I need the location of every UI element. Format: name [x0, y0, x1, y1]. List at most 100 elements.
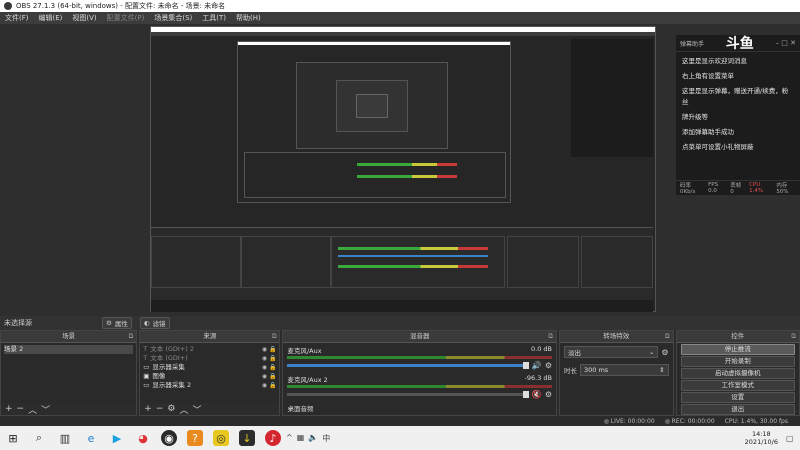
volume-icon[interactable]: 🔈: [308, 433, 318, 444]
source-item[interactable]: T 文本 (GDI+) 2 ◉ 🔒: [143, 345, 276, 354]
chevron-up-icon[interactable]: ^: [286, 433, 293, 444]
live-time: LIVE: 00:00:00: [610, 417, 655, 425]
source-label: 文本 (GDI+) 2: [150, 345, 194, 353]
task-view-icon[interactable]: ▥: [57, 430, 73, 446]
danmaku-chat-overlay: 弹幕助手 斗鱼 – □ ✕ 这里是显示欢迎词消息 右上角有设置菜单 这里是显示弹…: [676, 35, 800, 195]
settings-button[interactable]: 设置: [680, 392, 795, 403]
duration-value: 300 ms: [584, 366, 609, 374]
sources-dock: 来源 ⧉ T 文本 (GDI+) 2 ◉ 🔒 T 文本 (GDI+) ◉ 🔒 ▭ 显示器采集…: [139, 330, 281, 416]
media-icon[interactable]: ▶: [109, 430, 125, 446]
app-owl-icon[interactable]: ◎: [213, 430, 229, 446]
visibility-eye-icon[interactable]: ◉ 🔒: [262, 345, 277, 354]
source-label: 显示器采集: [152, 363, 185, 371]
filters-button[interactable]: ◐ 滤镜: [139, 317, 170, 329]
windows-icon[interactable]: ⊞: [5, 430, 21, 446]
duration-input[interactable]: 300 ms ⇕: [580, 364, 669, 376]
gear-icon[interactable]: ⚙: [545, 361, 552, 370]
move-up-icon[interactable]: ︿: [28, 403, 37, 416]
chat-line: 点菜单可设置小礼物屏蔽: [682, 143, 754, 151]
window-title: OBS 27.1.3 (64-bit, windows) - 配置文件: 未命名…: [16, 2, 226, 10]
rec-time: REC: 00:00:00: [671, 417, 715, 425]
chat-line: 右上角有设置菜单: [682, 72, 734, 80]
dock-popout-icon[interactable]: ⧉: [791, 331, 796, 342]
source-item[interactable]: ▭ 显示器采集 2 ◉ 🔒: [143, 381, 276, 390]
scenes-title: 场景: [62, 332, 76, 340]
monitor-icon: ▭: [143, 363, 150, 371]
system-clock[interactable]: 14:18 2021/10/6: [745, 430, 786, 446]
transition-selected: 淡出: [568, 349, 581, 357]
properties-button[interactable]: ⚙ 属性: [102, 317, 132, 329]
search-icon[interactable]: ⌕: [31, 430, 47, 446]
source-item[interactable]: T 文本 (GDI+) ◉ 🔒: [143, 354, 276, 363]
menu-view[interactable]: 视图(V): [67, 13, 101, 23]
spinner-icon: ⇕: [659, 366, 665, 374]
gear-icon[interactable]: ⚙: [167, 404, 175, 414]
properties-label: 属性: [114, 320, 128, 328]
channel-name: 麦克风/Aux 2: [287, 376, 328, 384]
menu-scene-collection[interactable]: 场景集合(S): [149, 13, 197, 23]
gear-icon: ⚙: [106, 319, 112, 327]
image-icon: ▣: [143, 372, 150, 380]
source-toolbar: 未选择源 ⚙ 属性 ◐ 滤镜: [0, 316, 800, 330]
system-tray: ^ ▦ 🔈 中: [286, 433, 330, 444]
visibility-eye-icon[interactable]: ◉ 🔒: [262, 363, 277, 372]
scene-transitions-dock: 转场特效 ⧉ 淡出 ⌄ ⚙ 时长 300 ms ⇕: [559, 330, 674, 416]
duration-label: 时长: [564, 367, 577, 375]
remove-icon[interactable]: −: [156, 404, 164, 414]
start-virtual-camera-button[interactable]: 启动虚拟摄像机: [680, 368, 795, 379]
exit-button[interactable]: 退出: [680, 404, 795, 415]
visibility-eye-icon[interactable]: ◉ 🔒: [262, 354, 277, 363]
dock-popout-icon[interactable]: ⧉: [272, 331, 277, 342]
scenes-toolbar: + − ︿ ﹀: [1, 403, 137, 416]
stop-streaming-button[interactable]: 停止推流: [680, 344, 795, 355]
menu-edit[interactable]: 编辑(E): [34, 13, 68, 23]
speaker-muted-icon[interactable]: 🔇: [532, 390, 542, 399]
transition-select[interactable]: 淡出 ⌄: [564, 346, 659, 358]
volume-slider[interactable]: [287, 362, 529, 369]
chat-line: 牌升级等: [682, 113, 708, 121]
start-recording-button[interactable]: 开始录制: [680, 356, 795, 367]
chat-header: 弹幕助手: [680, 40, 705, 48]
source-item[interactable]: ▭ 显示器采集 ◉ 🔒: [143, 363, 276, 372]
chat-window-controls[interactable]: – □ ✕: [776, 39, 796, 47]
scene-item[interactable]: 场景 2: [4, 345, 134, 354]
visibility-eye-icon[interactable]: ◉ 🔒: [262, 372, 277, 381]
netease-icon[interactable]: ♪: [265, 430, 281, 446]
add-icon[interactable]: +: [144, 404, 152, 414]
move-down-icon[interactable]: ﹀: [192, 403, 201, 416]
studio-mode-button[interactable]: 工作室模式: [680, 380, 795, 391]
menu-tools[interactable]: 工具(T): [197, 13, 231, 23]
app-dark-icon[interactable]: ↓: [239, 430, 255, 446]
app-orange-icon[interactable]: ?: [187, 430, 203, 446]
move-up-icon[interactable]: ︿: [179, 403, 188, 416]
audio-mixer-dock: 混音器 ⧉ 麦克风/Aux 0.0 dB 🔊 ⚙ 麦克风/Aux 2 -96.3 dB …: [282, 330, 557, 416]
windows-taskbar: ⊞ ⌕ ▥ e ▶ ◕ ◉ ? ◎ ↓ ♪ ^ ▦ 🔈 中 14:18 2021…: [0, 426, 800, 450]
chrome-icon[interactable]: ◕: [135, 430, 151, 446]
obs-icon[interactable]: ◉: [161, 430, 177, 446]
monitor-icon: ▭: [143, 381, 150, 389]
edge-icon[interactable]: e: [83, 430, 99, 446]
preview-canvas[interactable]: 弹幕助手 斗鱼 – □ ✕ 这里是显示欢迎词消息 右上角有设置菜单 这里是显示弹…: [0, 24, 800, 316]
dock-popout-icon[interactable]: ⧉: [665, 331, 670, 342]
move-down-icon[interactable]: ﹀: [41, 403, 50, 416]
visibility-eye-icon[interactable]: ◉ 🔒: [262, 381, 277, 390]
nested-capture-2: [237, 41, 511, 203]
channel-db: 0.0 dB: [531, 345, 552, 353]
sources-toolbar: + − ⚙ ︿ ﹀: [140, 403, 280, 416]
ime-icon[interactable]: 中: [322, 433, 330, 444]
nested-capture-1: [150, 26, 656, 312]
volume-slider[interactable]: [287, 391, 529, 398]
remove-icon[interactable]: −: [17, 404, 25, 414]
network-icon[interactable]: ▦: [297, 433, 305, 444]
gear-icon[interactable]: ⚙: [661, 348, 668, 357]
add-icon[interactable]: +: [5, 404, 13, 414]
menu-help[interactable]: 帮助(H): [231, 13, 266, 23]
live-status: LIVE: 00:00:00: [603, 417, 655, 425]
source-item[interactable]: ▣ 图像 ◉ 🔒: [143, 372, 276, 381]
dock-popout-icon[interactable]: ⧉: [129, 331, 134, 342]
gear-icon[interactable]: ⚙: [545, 390, 552, 399]
dock-popout-icon[interactable]: ⧉: [548, 331, 553, 342]
speaker-icon[interactable]: 🔊: [532, 361, 542, 370]
notification-icon[interactable]: ▢: [786, 434, 796, 443]
menu-file[interactable]: 文件(F): [0, 13, 34, 23]
